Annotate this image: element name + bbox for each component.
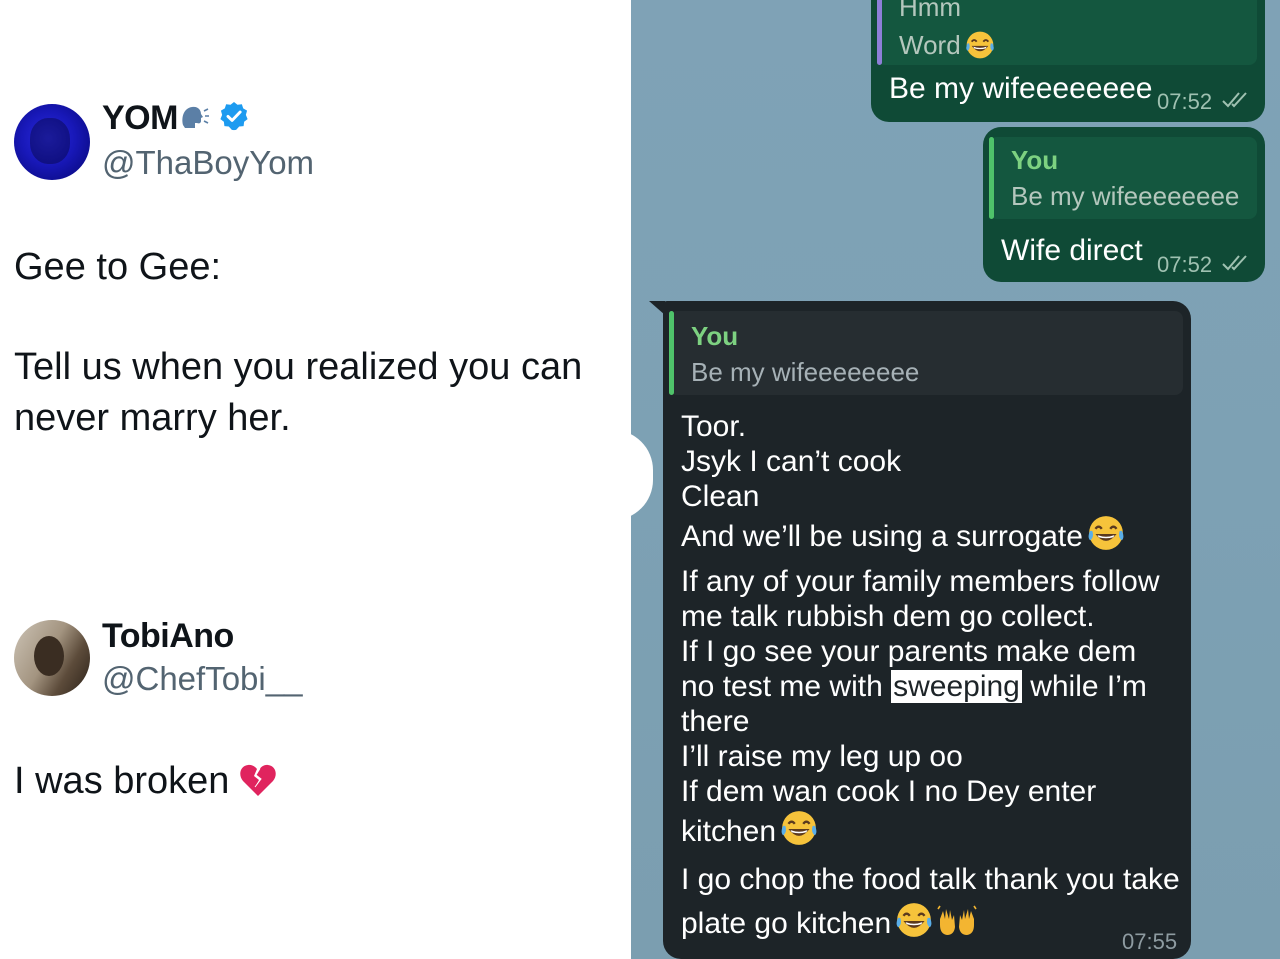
quote-line-1: Hmm (899, 0, 962, 22)
message-line: kitchen (681, 809, 1181, 859)
message-line-text: while I’m (1021, 670, 1147, 703)
broken-heart-icon (239, 761, 277, 812)
reply-text-content: I was broken (14, 760, 230, 802)
message-time: 07:55 (1122, 929, 1178, 954)
message-line: me talk rubbish dem go collect. (681, 600, 1095, 633)
quote-line-2-text: Word (899, 30, 961, 60)
quote-sender: You (691, 321, 739, 351)
chat-panel: Hmm Word Be my wifeeeeeeee 07:52 You Be … (631, 0, 1280, 959)
message-line: I’ll raise my leg up oo (681, 740, 963, 773)
speaking-head-icon (180, 101, 210, 140)
raised-hands-emoji-icon (937, 905, 977, 951)
quote-text: Be my wifeeeeeeee (691, 357, 920, 387)
tweet-text-line2: Tell us when you realized you can never … (14, 346, 583, 439)
quote-text: Be my wifeeeeeeee (1011, 181, 1240, 211)
quote-bar (989, 137, 994, 219)
tweet-text-line1: Gee to Gee: (14, 246, 222, 288)
reply-author-name[interactable]: TobiAno (102, 617, 234, 656)
tweet-panel: YOM @ThaBoyYom Gee to Gee: Tell us when … (0, 0, 631, 959)
message-line: there (681, 705, 750, 738)
message-line: And we’ll be using a surrogate (681, 514, 1181, 564)
avatar-yom[interactable] (14, 104, 90, 180)
reply-author-handle[interactable]: @ChefTobi__ (102, 660, 302, 698)
laughing-tears-emoji-icon (965, 30, 995, 67)
panel-notch (631, 430, 653, 520)
message-time: 07:52 (1157, 252, 1213, 277)
message-line-text: no test me with (681, 670, 892, 703)
message-text: Wife direct (1001, 234, 1143, 267)
quote-bar (877, 0, 882, 65)
quoted-reply[interactable]: Hmm Word (877, 0, 1257, 65)
quoted-reply[interactable]: You Be my wifeeeeeeee (989, 137, 1257, 219)
author-name[interactable]: YOM (102, 99, 250, 141)
verified-badge-icon (218, 100, 250, 141)
double-check-icon (1221, 90, 1249, 115)
quoted-reply[interactable]: You Be my wifeeeeeeee (669, 311, 1183, 395)
message-line-text: plate go kitchen (681, 907, 892, 940)
double-check-icon (1221, 253, 1249, 278)
chat-bubble-outgoing-1[interactable]: Hmm Word Be my wifeeeeeeee 07:52 (871, 0, 1265, 122)
message-line: I go chop the food talk thank you take (681, 863, 1180, 896)
message-line: If any of your family members follow (681, 565, 1160, 598)
message-line-text: kitchen (681, 815, 777, 848)
message-line: Jsyk I can’t cook (681, 445, 902, 478)
laughing-tears-emoji-icon (780, 809, 818, 859)
chat-bubble-incoming[interactable]: You Be my wifeeeeeeee Toor. Jsyk I can’t… (663, 301, 1191, 959)
message-line-text: And we’ll be using a surrogate (681, 520, 1083, 553)
message-line: plate go kitchen (681, 901, 1181, 951)
author-handle[interactable]: @ThaBoyYom (102, 144, 314, 182)
message-line: If I go see your parents make dem (681, 635, 1137, 668)
message-text: Be my wifeeeeeeee (889, 72, 1153, 105)
message-line: Clean (681, 480, 760, 513)
author-name-text[interactable]: YOM (102, 99, 178, 137)
message-time: 07:52 (1157, 89, 1213, 114)
reply-text: I was broken (14, 756, 277, 812)
avatar-tobiano[interactable] (14, 620, 90, 696)
quote-line-2: Word (899, 30, 995, 67)
laughing-tears-emoji-icon (895, 901, 933, 951)
message-line: Toor. (681, 410, 747, 443)
highlighted-word[interactable]: sweeping (891, 670, 1022, 703)
quote-sender: You (1011, 145, 1059, 175)
quote-bar (669, 311, 674, 395)
chat-bubble-outgoing-2[interactable]: You Be my wifeeeeeeee Wife direct 07:52 (983, 127, 1265, 282)
message-body: Toor. Jsyk I can’t cook Clean And we’ll … (681, 409, 1181, 951)
laughing-tears-emoji-icon (1087, 514, 1125, 564)
message-line: no test me with sweeping while I’m (681, 669, 1181, 704)
message-line: If dem wan cook I no Dey enter (681, 775, 1097, 808)
